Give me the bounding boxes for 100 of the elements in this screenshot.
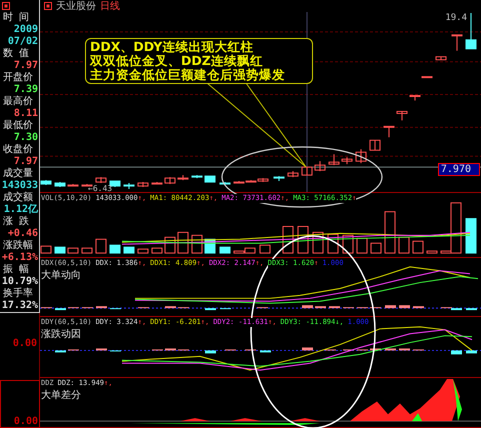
volume-bar	[312, 232, 324, 254]
volume-bar	[298, 226, 308, 254]
field-label: 成交量	[3, 168, 33, 180]
period-label: 日线	[100, 0, 120, 13]
indicator-bar	[466, 308, 477, 310]
candlestick	[124, 182, 134, 190]
indicator-bar	[220, 308, 231, 310]
candlestick	[96, 176, 106, 184]
indicator-bar	[110, 308, 121, 310]
candlestick	[110, 180, 120, 188]
candlestick	[302, 166, 312, 176]
volume-bar	[124, 246, 134, 254]
field-label: 成交额	[3, 192, 33, 204]
volume-bar	[384, 211, 396, 254]
volume-bar	[68, 248, 78, 254]
indicator-bar	[357, 349, 368, 350]
volume-bar	[466, 218, 476, 254]
axis-label: 0.00	[14, 416, 38, 427]
indicator-bar	[385, 348, 396, 350]
volume-bar	[54, 246, 66, 254]
volume-bar	[152, 248, 162, 254]
field-value: 7.97	[14, 60, 38, 72]
indicator-bar	[302, 348, 313, 350]
indicator-bar	[165, 306, 176, 308]
field-label: 涨跌幅	[3, 240, 33, 252]
field-value: 143033	[2, 180, 38, 192]
indicator-bar	[178, 349, 189, 350]
candlestick	[370, 140, 380, 151]
field-label: 开盘价	[3, 72, 33, 84]
volume-bar	[328, 234, 338, 254]
candlestick	[82, 184, 92, 187]
indicator-bar	[370, 348, 381, 350]
indicator-bar	[466, 350, 477, 354]
square-icon	[44, 2, 52, 10]
indicator-bar	[245, 349, 256, 350]
volume-bar	[220, 246, 230, 254]
indicator-bar	[357, 307, 368, 308]
indicator-caption: 大单动向	[41, 268, 81, 282]
volume-bar	[96, 238, 106, 254]
field-value: 17.32%	[2, 300, 38, 312]
indicator-bar	[178, 307, 189, 308]
candlestick	[54, 182, 66, 188]
field-value: 1.12亿	[4, 204, 38, 216]
volume-bar	[260, 244, 270, 254]
indicator-bar	[451, 350, 462, 354]
candlestick	[452, 34, 462, 52]
indicator-bar	[413, 349, 424, 350]
candlestick	[288, 170, 298, 178]
indicator-bar	[110, 350, 121, 352]
volume-bar	[178, 232, 188, 254]
callout-text: DDX、DDY连续出现大红柱	[90, 40, 254, 54]
indicator-bar	[260, 350, 271, 352]
price-tag: 7.970	[438, 163, 480, 176]
field-value: +6.13%	[2, 252, 38, 264]
volume-bar	[82, 248, 92, 254]
field-label: 时 间	[3, 12, 30, 24]
volume-bar	[412, 240, 424, 254]
indicator-bar	[315, 306, 326, 308]
candlestick	[328, 154, 340, 166]
callout-text: 主力资金低位巨额建仓后强势爆发	[90, 68, 286, 82]
square-icon	[2, 2, 10, 10]
indicator-bar	[152, 349, 163, 350]
volume-bar	[398, 236, 410, 254]
field-value: 7.30	[14, 132, 38, 144]
volume-bar	[110, 244, 120, 254]
field-value: 2009	[14, 24, 38, 36]
candlestick	[68, 184, 78, 187]
indicator-bar	[82, 307, 93, 308]
candlestick	[314, 160, 326, 172]
indicator-bar	[165, 348, 176, 350]
field-value: 10.79%	[2, 276, 38, 288]
indicator-bar	[343, 307, 354, 308]
indicator-bar	[41, 307, 52, 308]
indicator-bar	[96, 348, 107, 350]
volume-bar	[342, 234, 354, 254]
indicator-bar	[138, 307, 149, 308]
field-value: 07/02	[8, 36, 38, 48]
candlestick	[396, 110, 408, 121]
field-value: 8.11	[14, 108, 38, 120]
candlestick	[410, 95, 420, 101]
field-label: 换手率	[3, 288, 33, 300]
candlestick	[384, 126, 394, 138]
volume-bar	[164, 236, 176, 254]
volume-bar	[192, 234, 202, 254]
candlestick	[178, 174, 188, 181]
callout-text: 双双低位金叉、DDZ连续飘红	[90, 54, 264, 68]
candlestick	[220, 182, 230, 185]
field-label: 最高价	[3, 96, 33, 108]
field-label: 收盘价	[3, 144, 33, 156]
low-price-marker: ←6.43	[88, 185, 112, 193]
volume-bar	[138, 248, 148, 254]
volume-bar	[356, 238, 368, 254]
indicator-caption: 大单差分	[41, 388, 81, 402]
indicator-bar	[302, 305, 313, 308]
field-label: 数 值	[3, 48, 30, 60]
indicator-bar	[370, 307, 381, 308]
volume-bar	[282, 226, 294, 254]
candlestick	[274, 176, 284, 182]
volume-bar	[370, 242, 382, 254]
indicator-bar	[96, 306, 107, 308]
